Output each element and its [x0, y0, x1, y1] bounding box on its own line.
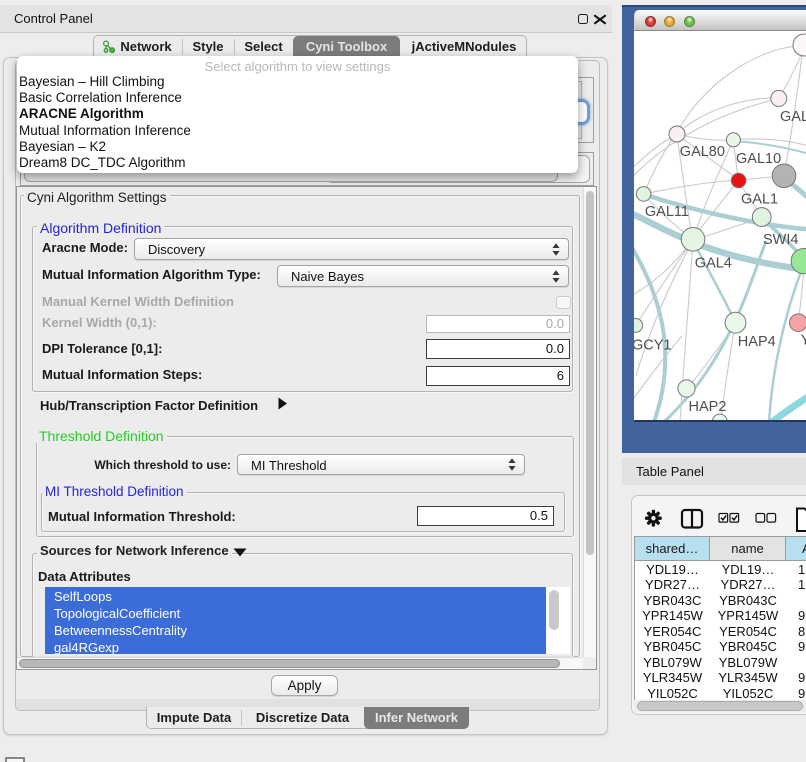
svg-text:GAL80: GAL80 — [680, 144, 725, 160]
svg-text:Y: Y — [801, 332, 806, 348]
svg-text:HAP4: HAP4 — [738, 334, 776, 350]
svg-text:GAL10: GAL10 — [736, 151, 781, 167]
svg-text:HAP2: HAP2 — [689, 399, 727, 415]
svg-text:GAL11: GAL11 — [645, 204, 689, 220]
svg-text:GCY1: GCY1 — [634, 337, 672, 353]
svg-text:GAL1: GAL1 — [741, 192, 778, 208]
svg-text:SWI4: SWI4 — [763, 232, 798, 248]
svg-text:GAL: GAL — [780, 109, 806, 125]
svg-text:GAL4: GAL4 — [695, 255, 732, 271]
